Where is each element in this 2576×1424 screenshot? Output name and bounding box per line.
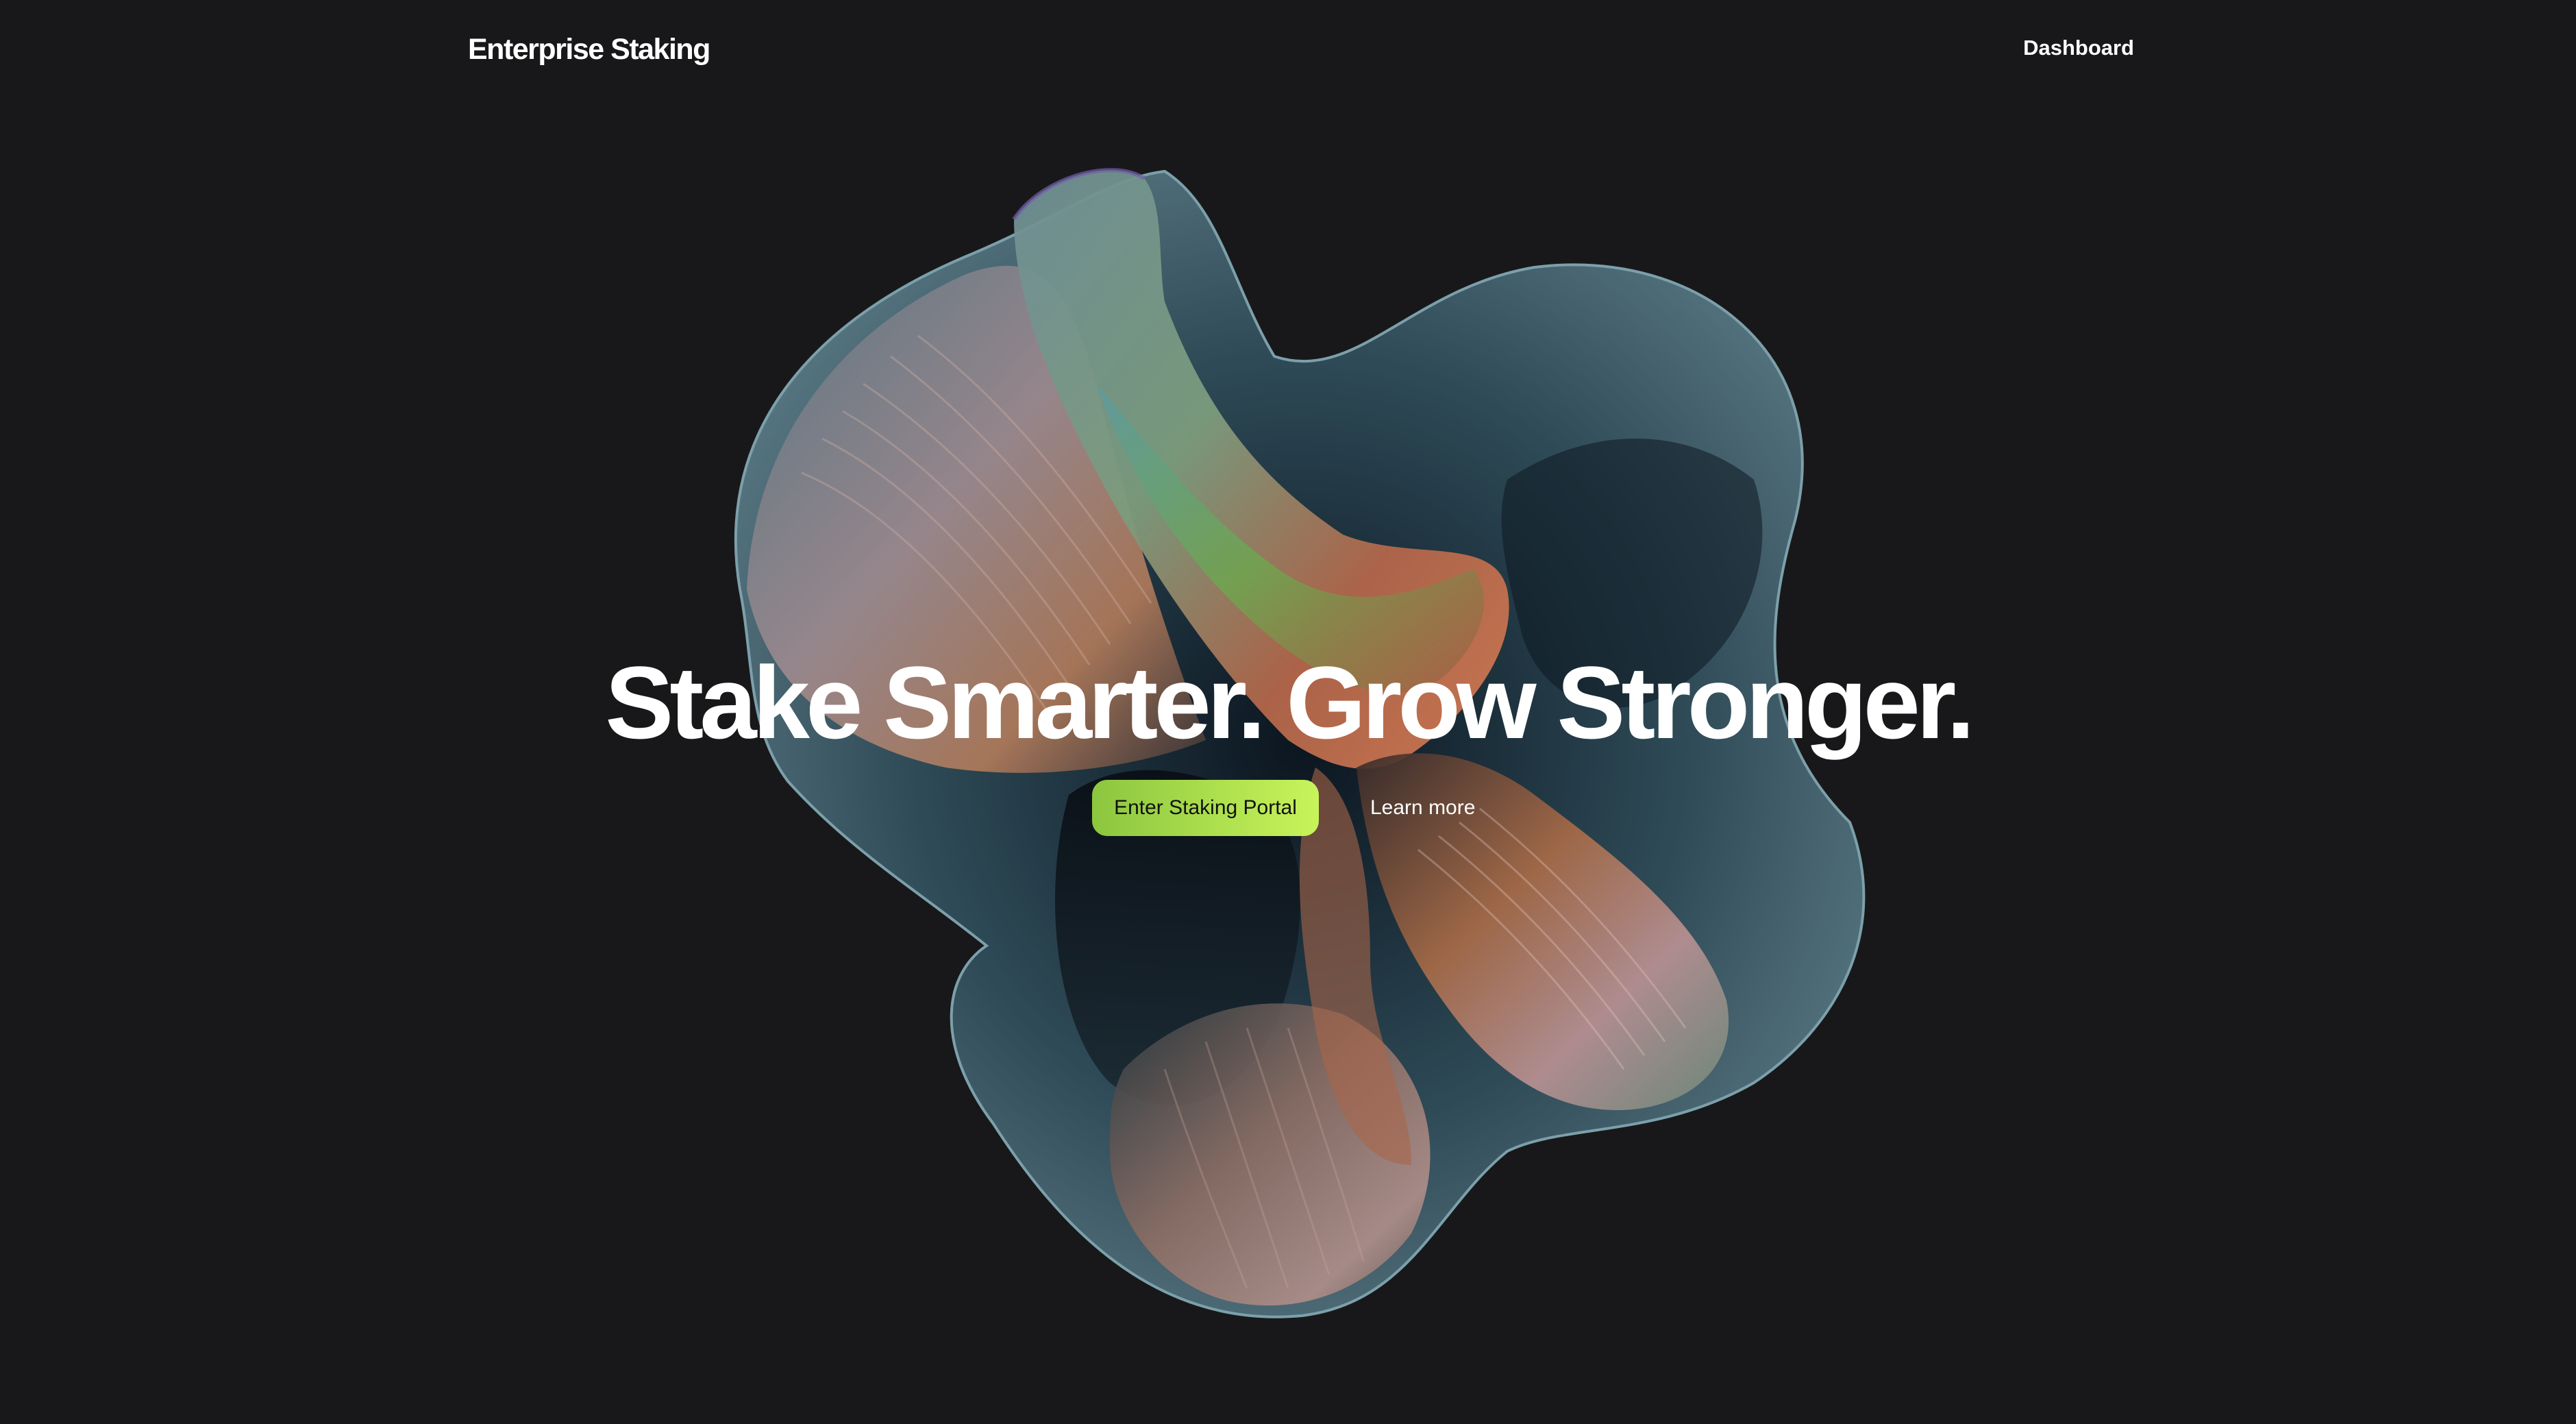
landing-page: Enterprise Staking Dashboard Stake Smart…: [0, 0, 2576, 1424]
cta-row: Enter Staking Portal Learn more: [0, 780, 2576, 836]
enter-staking-portal-button[interactable]: Enter Staking Portal: [1092, 780, 1319, 836]
site-header: Enterprise Staking Dashboard: [0, 0, 2576, 103]
nav-dashboard-link[interactable]: Dashboard: [2023, 32, 2134, 64]
learn-more-link[interactable]: Learn more: [1370, 780, 1475, 836]
hero-section: Stake Smarter. Grow Stronger. Enter Stak…: [0, 641, 2576, 836]
hero-headline: Stake Smarter. Grow Stronger.: [605, 645, 1974, 760]
brand-logo[interactable]: Enterprise Staking: [468, 30, 710, 69]
